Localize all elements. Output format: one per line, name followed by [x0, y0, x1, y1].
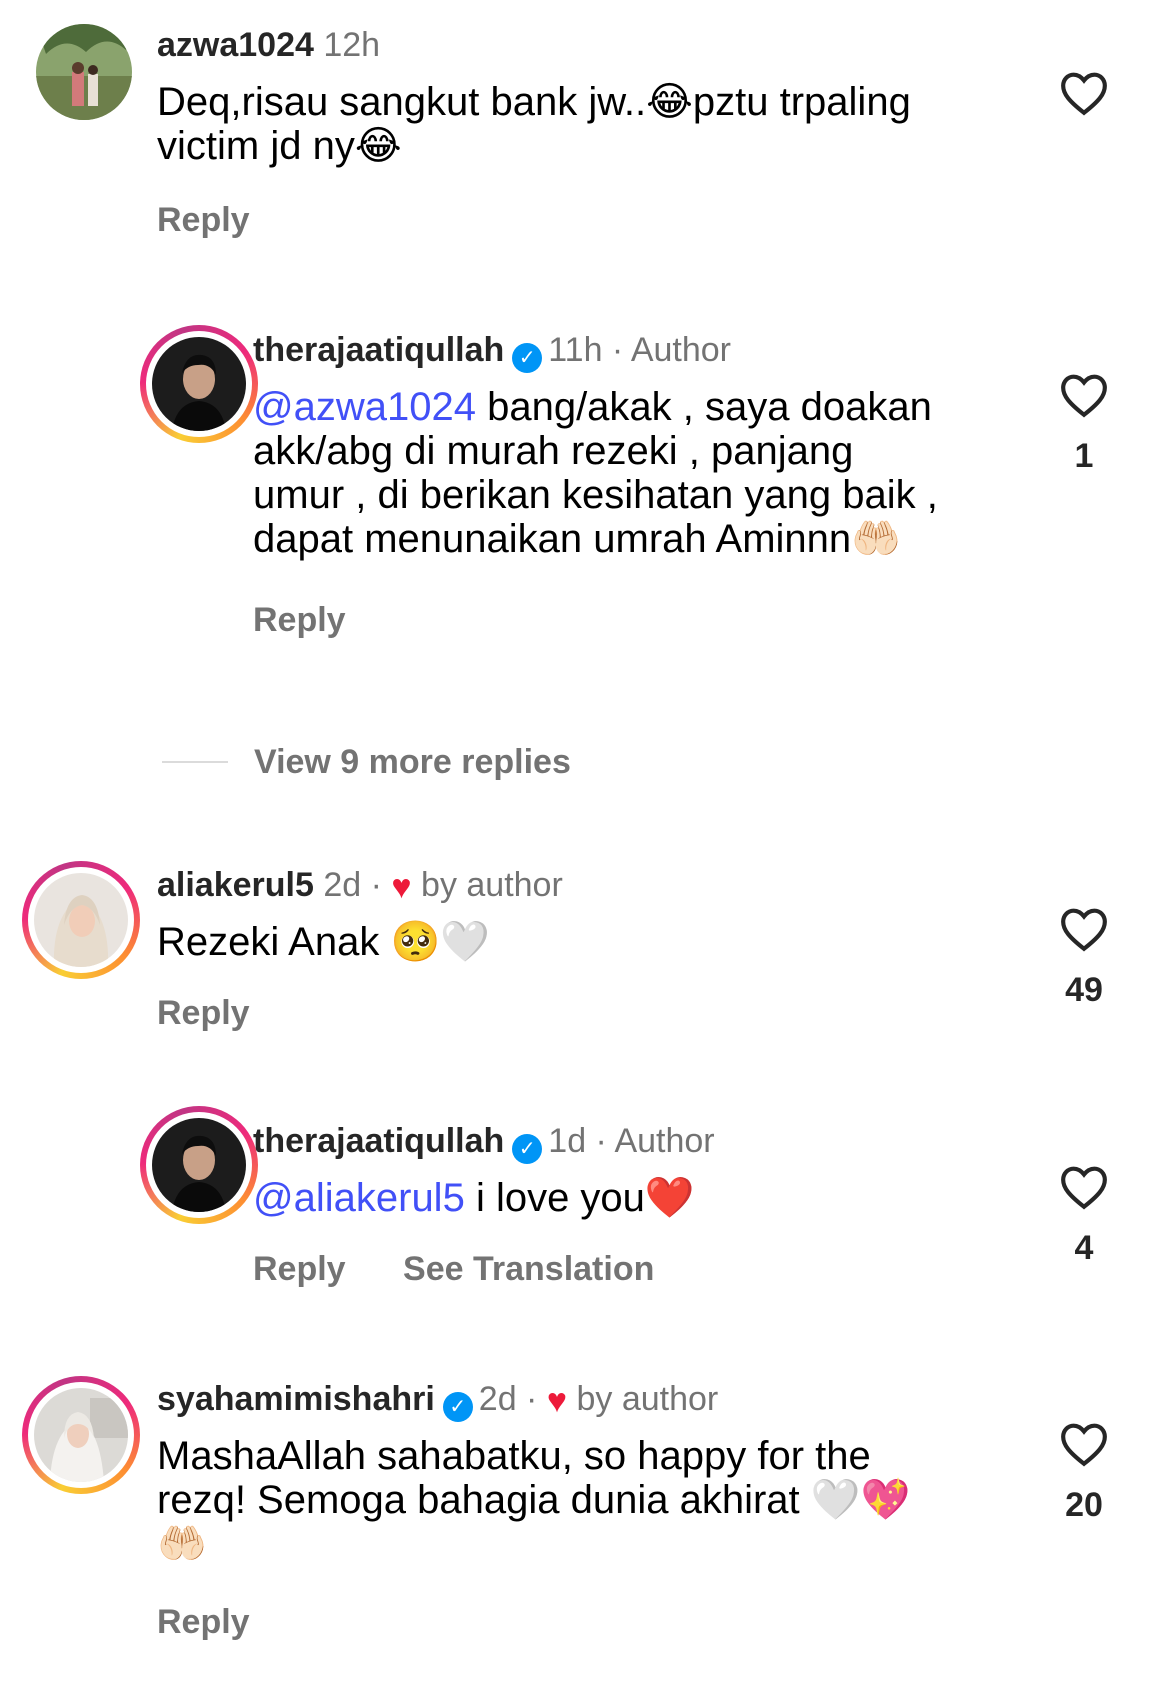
verified-badge-icon: ✓: [512, 343, 543, 373]
view-more-replies[interactable]: View 9 more replies: [162, 742, 571, 782]
verified-badge-icon: ✓: [512, 1134, 543, 1164]
username[interactable]: syahamimishahri: [157, 1380, 435, 1418]
liked-by-author: by author: [421, 866, 563, 904]
like-count: 4: [1074, 1229, 1094, 1267]
reply-button[interactable]: Reply: [253, 1250, 346, 1288]
verified-badge-icon: ✓: [442, 1392, 473, 1422]
comment-header: therajaatiqullah ✓ 1d · Author: [253, 1121, 715, 1164]
comment-header: syahamimishahri ✓ 2d · ♥ by author: [157, 1379, 718, 1422]
timestamp: 11h · Author: [548, 331, 731, 369]
comment-text: Deq,risau sangkut bank jw..😂pztu trpalin…: [157, 80, 911, 168]
avatar-photo: [34, 873, 128, 967]
heart-filled-icon: ♥: [391, 868, 412, 906]
like-button[interactable]: 4: [1054, 1164, 1114, 1268]
heart-outline-icon: [1061, 908, 1107, 952]
like-count: 1: [1074, 437, 1094, 475]
comment-actions: Reply: [157, 993, 298, 1033]
comment-actions: Reply See Translation: [253, 1249, 702, 1289]
like-button[interactable]: 1: [1054, 372, 1114, 476]
see-translation-button[interactable]: See Translation: [403, 1250, 654, 1288]
comment-line: dapat menunaikan umrah Aminnn🤲🏻: [253, 517, 901, 561]
comment-line: rezq! Semoga bahagia dunia akhirat 🤍💖: [157, 1478, 911, 1522]
comment-line-text: bang/akak , saya doakan: [475, 385, 932, 429]
comment-text: MashaAllah sahabatku, so happy for the r…: [157, 1434, 910, 1566]
comment-line: victim jd ny😂: [157, 124, 402, 168]
like-button[interactable]: 20: [1054, 1421, 1114, 1525]
timestamp: 2d ·: [323, 866, 382, 904]
avatar[interactable]: [140, 1106, 258, 1224]
liked-by-author: by author: [576, 1380, 719, 1418]
reply-button[interactable]: Reply: [157, 201, 250, 239]
comment-header: therajaatiqullah ✓ 11h · Author: [253, 330, 731, 373]
avatar[interactable]: [22, 861, 140, 979]
comment-actions: Reply: [253, 600, 394, 640]
avatar[interactable]: [140, 325, 258, 443]
comment-header: azwa1024 12h: [157, 25, 380, 65]
comment-line: Rezeki Anak 🥺🤍: [157, 920, 491, 964]
comment-line: 🤲🏻: [157, 1522, 207, 1566]
comment-line: umur , di berikan kesihatan yang baik ,: [253, 473, 938, 517]
avatar[interactable]: [36, 24, 132, 120]
timestamp: 12h: [323, 26, 381, 64]
heart-outline-icon: [1061, 374, 1107, 418]
heart-outline-icon: [1061, 72, 1107, 116]
like-count: 20: [1065, 1486, 1103, 1524]
avatar-photo: [34, 1388, 128, 1482]
comment-actions: Reply: [157, 1602, 298, 1642]
like-button[interactable]: 49: [1054, 906, 1114, 1010]
comment-line: @azwa1024 bang/akak , saya doakan: [253, 385, 938, 429]
comment-line: MashaAllah sahabatku, so happy for the: [157, 1434, 871, 1478]
comment-text: Rezeki Anak 🥺🤍: [157, 920, 490, 964]
avatar-photo: [152, 1118, 246, 1212]
mention-link[interactable]: @aliakerul5: [253, 1176, 465, 1220]
like-count: 49: [1065, 971, 1103, 1009]
like-button[interactable]: [1054, 70, 1114, 116]
username[interactable]: aliakerul5: [157, 866, 314, 904]
heart-filled-icon: ♥: [546, 1382, 568, 1420]
heart-outline-icon: [1061, 1423, 1107, 1467]
timestamp: 2d ·: [478, 1380, 538, 1418]
reply-button[interactable]: Reply: [157, 994, 250, 1032]
comment-text: @aliakerul5 i love you❤️: [253, 1176, 695, 1220]
view-more-label[interactable]: View 9 more replies: [254, 743, 571, 781]
timestamp: 1d · Author: [548, 1122, 715, 1160]
heart-outline-icon: [1061, 1166, 1107, 1210]
avatar[interactable]: [22, 1376, 140, 1494]
divider-line: [162, 761, 228, 763]
comment-actions: Reply: [157, 200, 298, 240]
comment-line: Deq,risau sangkut bank jw..😂pztu trpalin…: [157, 80, 911, 124]
username[interactable]: therajaatiqullah: [253, 1122, 504, 1160]
mention-link[interactable]: @azwa1024: [253, 385, 476, 429]
username[interactable]: therajaatiqullah: [253, 331, 504, 369]
avatar-photo: [152, 337, 246, 431]
reply-button[interactable]: Reply: [157, 1603, 250, 1641]
comment-text: @azwa1024 bang/akak , saya doakan akk/ab…: [253, 385, 938, 561]
comment-line: @aliakerul5 i love you❤️: [253, 1176, 695, 1220]
comment-header: aliakerul5 2d · ♥ by author: [157, 865, 563, 907]
reply-button[interactable]: Reply: [253, 601, 346, 639]
username[interactable]: azwa1024: [157, 26, 314, 64]
comment-line-text: i love you❤️: [464, 1176, 695, 1220]
comment-line: akk/abg di murah rezeki , panjang: [253, 429, 854, 473]
